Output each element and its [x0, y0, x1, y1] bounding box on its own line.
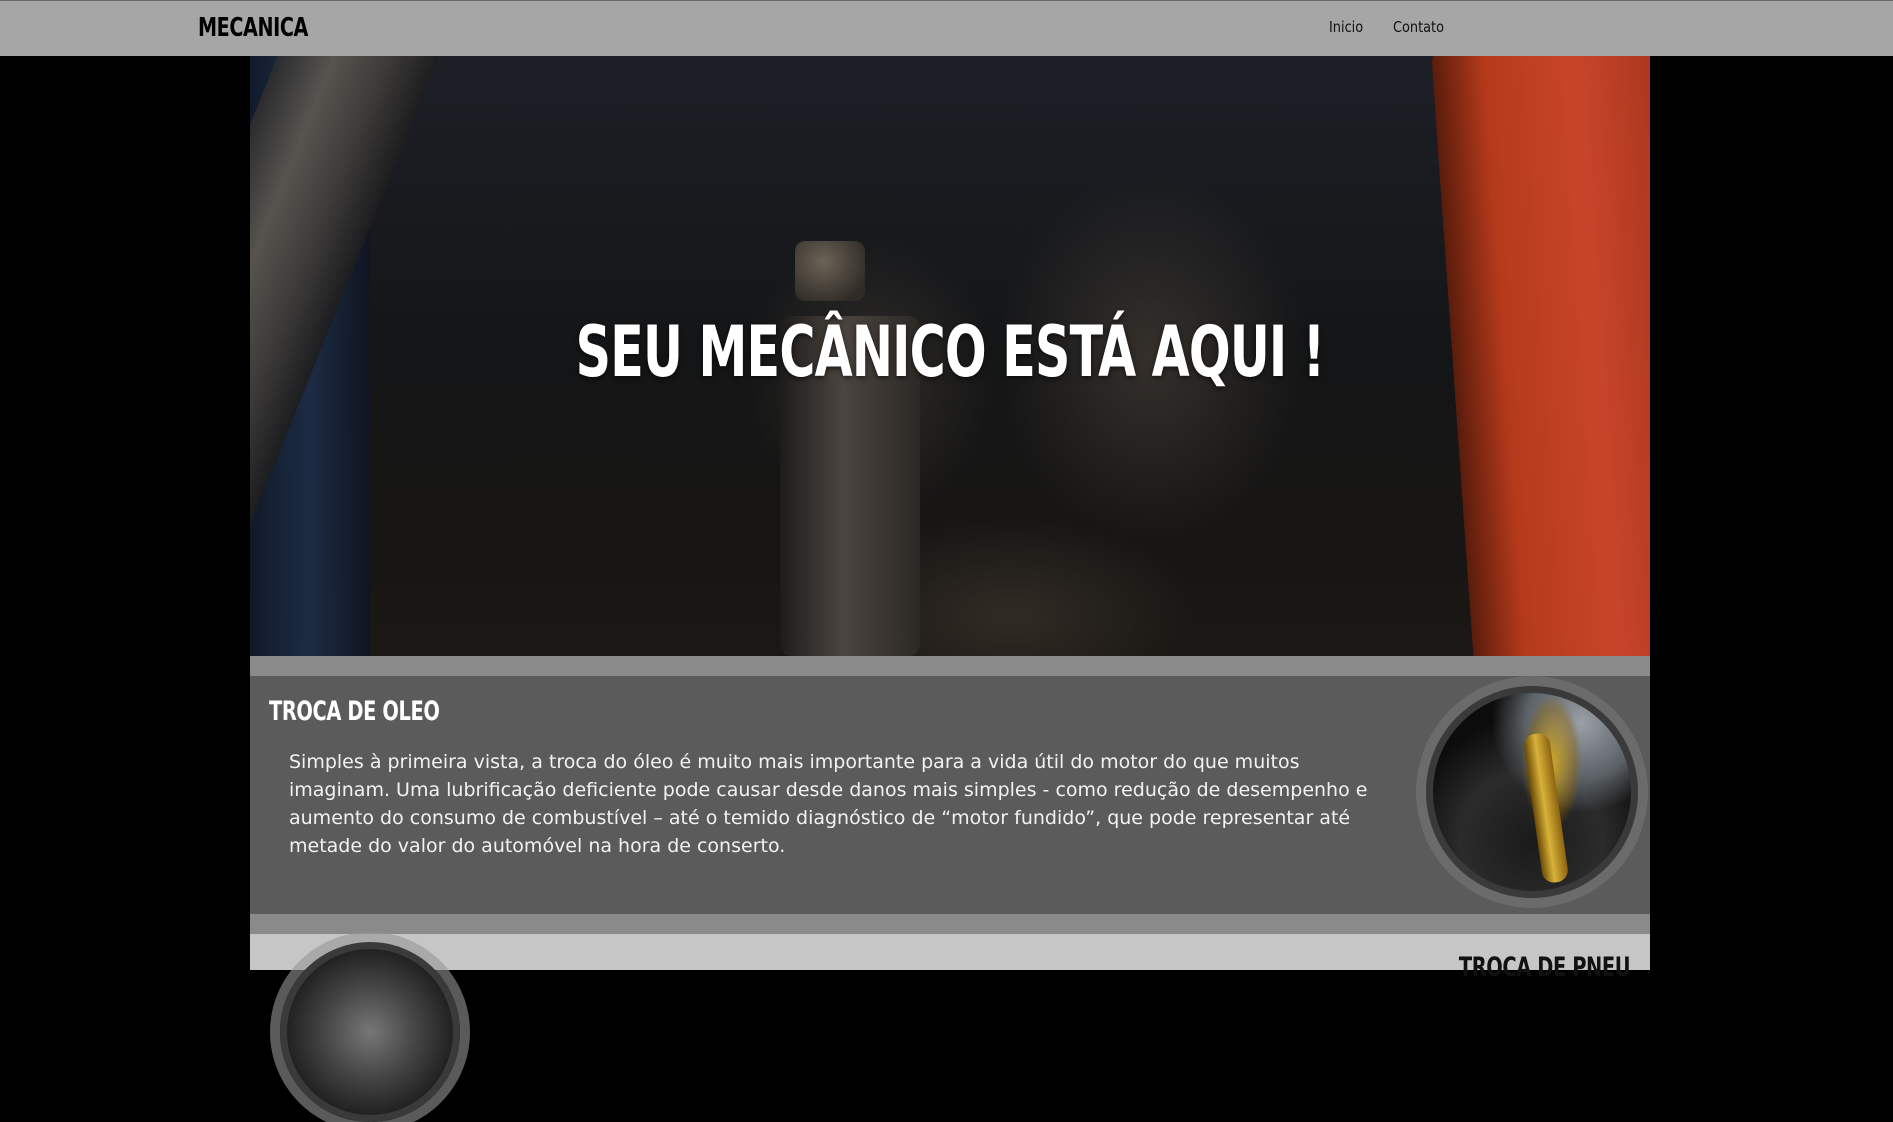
hero-image-engine-cap	[795, 241, 865, 301]
tire-change-image	[280, 942, 460, 1122]
service-title: TROCA DE OLEO	[269, 696, 440, 727]
service-section-tire-change: TROCA DE PNEU	[250, 914, 1650, 1122]
oil-change-image	[1426, 686, 1638, 898]
nav-link-contato[interactable]: Contato	[1393, 18, 1444, 36]
service-title: TROCA DE PNEU	[1458, 952, 1631, 983]
site-brand-logo[interactable]: MECANICA	[198, 13, 308, 43]
hero-banner: SEU MECÂNICO ESTÁ AQUI !	[250, 56, 1650, 656]
top-navbar: MECANICA Inicio Contato	[0, 0, 1893, 56]
hero-title: SEU MECÂNICO ESTÁ AQUI !	[575, 311, 1325, 393]
nav-link-inicio[interactable]: Inicio	[1329, 18, 1363, 36]
oil-stream-graphic	[1522, 731, 1570, 885]
main-container: SEU MECÂNICO ESTÁ AQUI ! TROCA DE OLEO S…	[250, 56, 1650, 1122]
service-section-oil-change: TROCA DE OLEO Simples à primeira vista, …	[250, 656, 1650, 914]
service-description: Simples à primeira vista, a troca do óle…	[289, 751, 1368, 857]
main-navigation: Inicio Contato	[1329, 18, 1452, 36]
